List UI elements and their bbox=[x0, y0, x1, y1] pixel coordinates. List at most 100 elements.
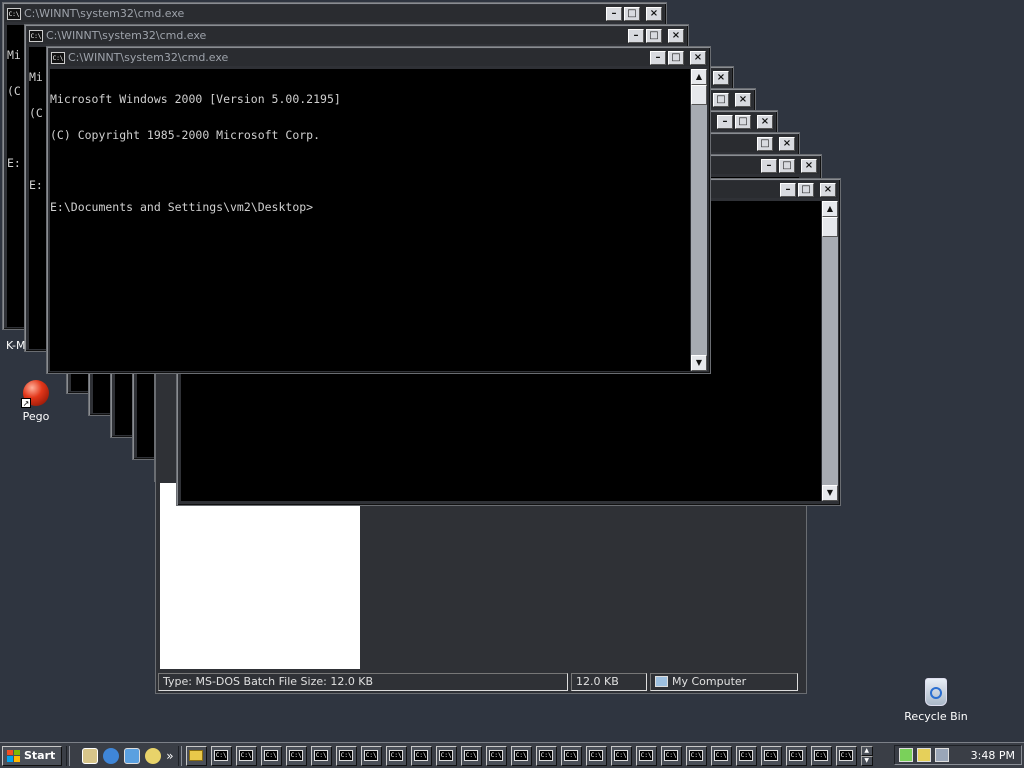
task-button-cmd[interactable]: C:\ bbox=[760, 745, 782, 766]
minimize-button[interactable]: – bbox=[606, 6, 622, 21]
scroll-up-arrow[interactable]: ▲ bbox=[822, 201, 838, 217]
maximize-button[interactable]: □ bbox=[668, 50, 684, 65]
maximize-button[interactable]: □ bbox=[735, 114, 751, 129]
task-button-cmd[interactable]: C:\ bbox=[235, 745, 257, 766]
vertical-scrollbar[interactable]: ▲ ▼ bbox=[822, 201, 838, 501]
cmd-titlebar-back-1[interactable]: C:\ C:\WINNT\system32\cmd.exe – □ × bbox=[5, 5, 664, 22]
minimize-button[interactable]: – bbox=[780, 182, 796, 197]
task-button-cmd[interactable]: C:\ bbox=[260, 745, 282, 766]
volume-icon[interactable] bbox=[917, 748, 931, 762]
cmd-titlebar-back-2[interactable]: C:\ C:\WINNT\system32\cmd.exe – □ × bbox=[27, 27, 686, 44]
task-button-explorer[interactable] bbox=[185, 745, 207, 766]
task-button-cmd[interactable]: C:\ bbox=[835, 745, 857, 766]
task-scroll-up[interactable]: ▲ bbox=[860, 745, 873, 756]
cmd-icon: C:\ bbox=[464, 750, 479, 761]
maximize-button[interactable]: □ bbox=[713, 92, 729, 107]
maximize-button[interactable]: □ bbox=[779, 158, 795, 173]
task-button-cmd[interactable]: C:\ bbox=[535, 745, 557, 766]
task-button-cmd[interactable]: C:\ bbox=[435, 745, 457, 766]
show-desktop-icon[interactable] bbox=[82, 747, 99, 764]
start-label: Start bbox=[24, 749, 56, 762]
cmd-icon: C:\ bbox=[664, 750, 679, 761]
console-line-1: Microsoft Windows 2000 [Version 5.00.219… bbox=[50, 92, 341, 106]
quick-launch: » bbox=[82, 747, 174, 764]
minimize-button[interactable]: – bbox=[628, 28, 644, 43]
task-button-cmd[interactable]: C:\ bbox=[310, 745, 332, 766]
maximize-button[interactable]: □ bbox=[646, 28, 662, 43]
scroll-thumb[interactable] bbox=[691, 85, 707, 105]
cmd-titlebar-active[interactable]: C:\ C:\WINNT\system32\cmd.exe – □ × bbox=[49, 49, 708, 66]
scroll-thumb[interactable] bbox=[822, 217, 838, 237]
console-output[interactable]: Microsoft Windows 2000 [Version 5.00.219… bbox=[50, 69, 690, 371]
cmd-icon: C:\ bbox=[839, 750, 854, 761]
recycle-bin-icon bbox=[925, 678, 947, 706]
maximize-button[interactable]: □ bbox=[757, 136, 773, 151]
task-button-cmd[interactable]: C:\ bbox=[335, 745, 357, 766]
network-icon[interactable] bbox=[899, 748, 913, 762]
task-scroll[interactable]: ▲ ▼ bbox=[860, 745, 873, 766]
task-button-cmd[interactable]: C:\ bbox=[510, 745, 532, 766]
start-button[interactable]: Start bbox=[2, 745, 63, 766]
cmd-icon: C:\ bbox=[339, 750, 354, 761]
task-scroll-down[interactable]: ▼ bbox=[860, 755, 873, 766]
task-button-cmd[interactable]: C:\ bbox=[735, 745, 757, 766]
task-button-cmd[interactable]: C:\ bbox=[410, 745, 432, 766]
desktop-partial-label: K-M bbox=[6, 339, 26, 352]
task-button-cmd[interactable]: C:\ bbox=[785, 745, 807, 766]
taskbar: Start » C:\ C:\ C:\ C:\ C:\ C:\ C:\ C:\ C:\ C:\ C:… bbox=[0, 742, 1024, 768]
close-button[interactable]: × bbox=[646, 6, 662, 21]
logo-quad bbox=[14, 749, 20, 755]
cmd-icon: C:\ bbox=[764, 750, 779, 761]
scroll-down-arrow[interactable]: ▼ bbox=[691, 355, 707, 371]
close-button[interactable]: × bbox=[713, 70, 729, 85]
task-button-cmd[interactable]: C:\ bbox=[560, 745, 582, 766]
close-button[interactable]: × bbox=[690, 50, 706, 65]
task-button-cmd[interactable]: C:\ bbox=[635, 745, 657, 766]
cmd-window-active[interactable]: C:\ C:\WINNT\system32\cmd.exe – □ × Micr… bbox=[46, 46, 711, 374]
task-button-cmd[interactable]: C:\ bbox=[685, 745, 707, 766]
task-button-cmd[interactable]: C:\ bbox=[360, 745, 382, 766]
connection-icon[interactable] bbox=[935, 748, 949, 762]
desktop-icon-recycle-bin[interactable]: Recycle Bin bbox=[902, 678, 970, 723]
task-button-cmd[interactable]: C:\ bbox=[385, 745, 407, 766]
vertical-scrollbar[interactable]: ▲ ▼ bbox=[691, 69, 707, 371]
outlook-express-icon[interactable] bbox=[124, 747, 141, 764]
scroll-down-arrow[interactable]: ▼ bbox=[822, 485, 838, 501]
file-list-pane[interactable] bbox=[160, 483, 360, 669]
minimize-button[interactable]: – bbox=[650, 50, 666, 65]
task-button-cmd[interactable]: C:\ bbox=[660, 745, 682, 766]
status-size: 12.0 KB bbox=[571, 673, 647, 691]
cmd-icon: C:\ bbox=[214, 750, 229, 761]
task-button-cmd[interactable]: C:\ bbox=[485, 745, 507, 766]
quick-launch-overflow[interactable]: » bbox=[166, 749, 173, 763]
task-button-cmd[interactable]: C:\ bbox=[460, 745, 482, 766]
console-line-3 bbox=[50, 165, 690, 177]
maximize-button[interactable]: □ bbox=[798, 182, 814, 197]
task-button-cmd[interactable]: C:\ bbox=[710, 745, 732, 766]
close-button[interactable]: × bbox=[757, 114, 773, 129]
minimize-button[interactable]: – bbox=[761, 158, 777, 173]
minimize-button[interactable]: – bbox=[717, 114, 733, 129]
close-button[interactable]: × bbox=[820, 182, 836, 197]
close-button[interactable]: × bbox=[735, 92, 751, 107]
task-buttons: C:\ C:\ C:\ C:\ C:\ C:\ C:\ C:\ C:\ C:\ C:\ C:\ C:\ C… bbox=[185, 745, 857, 766]
cmd-icon: C:\ bbox=[539, 750, 554, 761]
task-button-cmd[interactable]: C:\ bbox=[585, 745, 607, 766]
close-button[interactable]: × bbox=[779, 136, 795, 151]
status-zone: My Computer bbox=[650, 673, 798, 691]
desktop-icon-label: Pego bbox=[22, 410, 50, 423]
task-button-cmd[interactable]: C:\ bbox=[285, 745, 307, 766]
maximize-button[interactable]: □ bbox=[624, 6, 640, 21]
clock[interactable]: 3:48 PM bbox=[971, 749, 1015, 762]
task-button-cmd[interactable]: C:\ bbox=[610, 745, 632, 766]
internet-explorer-icon[interactable] bbox=[103, 747, 120, 764]
scroll-up-arrow[interactable]: ▲ bbox=[691, 69, 707, 85]
task-button-cmd[interactable]: C:\ bbox=[210, 745, 232, 766]
search-icon[interactable] bbox=[145, 747, 162, 764]
close-button[interactable]: × bbox=[668, 28, 684, 43]
close-button[interactable]: × bbox=[801, 158, 817, 173]
task-button-cmd[interactable]: C:\ bbox=[810, 745, 832, 766]
desktop-icon-pego[interactable]: ↗ Pego bbox=[14, 380, 58, 423]
cmd-icon: C:\ bbox=[239, 750, 254, 761]
cmd-icon: C:\ bbox=[614, 750, 629, 761]
